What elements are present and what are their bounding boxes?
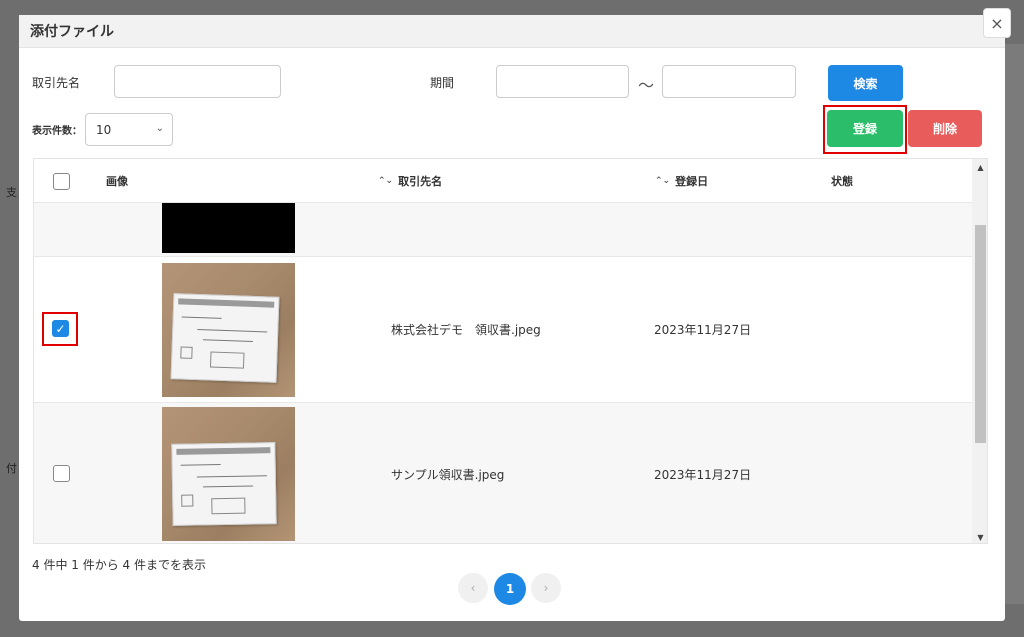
table-row [34, 203, 972, 257]
column-client-name[interactable]: ⌃⌄ 取引先名 [378, 159, 442, 203]
receipt-thumbnail [162, 203, 295, 253]
row-checkbox[interactable]: ✓ [52, 320, 69, 337]
receipt-image [170, 293, 280, 383]
page-1-button[interactable]: 1 [494, 573, 526, 605]
column-status: 状態 [831, 175, 853, 188]
display-count-value: 10 [96, 122, 112, 137]
period-separator: ～ [638, 76, 655, 95]
sort-icon: ⌃⌄ [378, 176, 394, 186]
period-to-input[interactable] [662, 65, 796, 98]
table-row: サンプル領収書.jpeg 2023年11月27日 [34, 403, 972, 543]
select-all-checkbox[interactable] [53, 173, 70, 190]
chevron-down-icon: ⌄ [155, 123, 164, 134]
search-button[interactable]: 検索 [828, 65, 903, 101]
modal-header: 添付ファイル [19, 15, 1005, 48]
register-button[interactable]: 登録 [827, 110, 903, 147]
display-count-select[interactable]: 10 ⌄ [85, 113, 173, 146]
scroll-down-icon[interactable]: ▼ [972, 529, 987, 543]
row-checkbox[interactable] [53, 465, 70, 482]
scroll-up-icon[interactable]: ▲ [972, 159, 987, 175]
background-text: 付 [6, 462, 17, 475]
table-row: ✓ 株式会社デモ 領収書.jpeg 2023年11月27日 [34, 257, 972, 403]
row-client-name: サンプル領収書.jpeg [391, 468, 505, 482]
delete-button[interactable]: 削除 [908, 110, 982, 147]
row-client-name: 株式会社デモ 領収書.jpeg [391, 323, 541, 337]
client-name-input[interactable] [114, 65, 281, 98]
background-text: 支 [6, 186, 17, 199]
period-from-input[interactable] [496, 65, 629, 98]
table-scrollbar[interactable]: ▲ ▼ [972, 159, 987, 543]
scrollbar-thumb[interactable] [975, 225, 986, 443]
attachment-table: 画像 ⌃⌄ 取引先名 ⌃⌄ 登録日 状態 ✓ 株式会社デモ 領収書.jpeg 2… [33, 158, 988, 544]
next-page-button[interactable]: › [531, 573, 561, 603]
receipt-image [171, 442, 277, 526]
close-button[interactable]: × [983, 8, 1011, 38]
client-name-label: 取引先名 [32, 76, 81, 90]
prev-page-button[interactable]: ‹ [458, 573, 488, 603]
table-header: 画像 ⌃⌄ 取引先名 ⌃⌄ 登録日 状態 [34, 159, 972, 203]
pagination-summary: 4 件中 1 件から 4 件までを表示 [32, 558, 206, 572]
row-date: 2023年11月27日 [654, 323, 752, 337]
row-date: 2023年11月27日 [654, 468, 752, 482]
background-panel-right [1005, 44, 1024, 604]
column-image: 画像 [106, 175, 128, 188]
modal-title: 添付ファイル [30, 24, 114, 40]
receipt-thumbnail [162, 407, 295, 541]
column-client-name-label: 取引先名 [398, 175, 443, 188]
column-date-label: 登録日 [675, 175, 709, 188]
attachment-modal: 添付ファイル 取引先名 期間 ～ 検索 表示件数： 10 ⌄ 登録 削除 画像 … [19, 15, 1005, 621]
display-count-label: 表示件数： [32, 126, 82, 137]
receipt-thumbnail [162, 263, 295, 397]
column-registered-date[interactable]: ⌃⌄ 登録日 [655, 159, 708, 203]
sort-icon: ⌃⌄ [655, 176, 671, 186]
period-label: 期間 [430, 76, 455, 90]
